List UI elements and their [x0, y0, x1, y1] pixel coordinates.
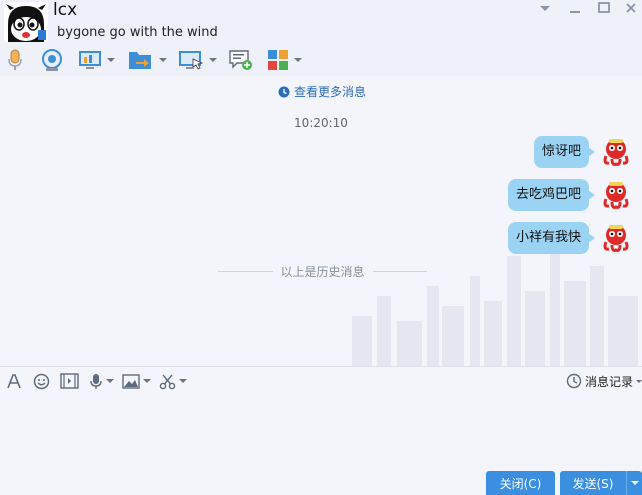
chevron-down-icon — [630, 481, 639, 485]
chat-header: lcx bygone go with the wind — [0, 0, 642, 44]
screenshot-button[interactable] — [159, 372, 187, 390]
minimize-icon[interactable] — [566, 2, 584, 18]
font-button[interactable] — [6, 372, 22, 390]
message-bubble[interactable]: 惊讶吧 — [533, 136, 596, 168]
screen-share-button[interactable] — [78, 47, 115, 73]
chat-toolbar — [0, 44, 642, 76]
message-row: 小祥有我快 — [0, 222, 642, 258]
voice-icon — [90, 373, 102, 389]
message-history-label: 消息记录 — [584, 374, 633, 389]
file-transfer-icon — [129, 52, 151, 69]
clock-icon — [566, 373, 582, 389]
chevron-down-icon[interactable] — [159, 58, 167, 62]
chevron-down-icon[interactable] — [294, 58, 302, 62]
chevron-down-icon[interactable] — [179, 379, 187, 383]
voice-message-button[interactable] — [89, 372, 114, 390]
screen-share-icon — [79, 51, 101, 69]
message-row: 惊讶吧 — [0, 136, 642, 172]
close-button-label: 关闭(C) — [499, 476, 542, 491]
chevron-down-icon[interactable] — [143, 379, 151, 383]
new-chat-icon — [229, 50, 252, 70]
contact-status: bygone go with the wind — [57, 25, 218, 40]
send-button-label: 发送(S) — [572, 476, 614, 491]
scissors-icon — [159, 374, 176, 389]
remote-assist-button[interactable] — [178, 47, 217, 73]
apps-button[interactable] — [267, 47, 302, 73]
send-options-dropdown[interactable] — [626, 471, 642, 495]
input-toolbar: 消息记录 — [0, 366, 642, 394]
chevron-down-icon[interactable] — [209, 58, 217, 62]
view-more-messages-label: 查看更多消息 — [294, 85, 367, 99]
user-avatar[interactable] — [600, 136, 632, 168]
message-bubble[interactable]: 去吃鸡巴吧 — [507, 179, 596, 211]
view-more-messages-link[interactable]: 查看更多消息 — [278, 83, 366, 100]
gif-icon — [60, 373, 79, 389]
message-timestamp: 10:20:10 — [294, 116, 348, 130]
history-divider-label: 以上是历史消息 — [280, 264, 365, 279]
file-transfer-button[interactable] — [128, 47, 167, 73]
microphone-icon — [8, 49, 22, 70]
clock-icon — [278, 86, 290, 97]
image-icon — [122, 373, 140, 389]
webcam-icon — [42, 49, 62, 71]
image-button[interactable] — [122, 372, 151, 390]
chevron-down-icon[interactable] — [636, 379, 642, 383]
video-call-button[interactable] — [40, 47, 64, 73]
divider-line — [218, 270, 273, 272]
chevron-down-icon[interactable] — [106, 379, 114, 383]
user-avatar[interactable] — [600, 222, 632, 254]
message-history-button[interactable]: 消息记录 — [566, 372, 642, 390]
send-button[interactable]: 发送(S) — [560, 471, 642, 495]
contact-avatar[interactable] — [4, 2, 48, 42]
history-divider: 以上是历史消息 — [210, 264, 435, 279]
message-bubble[interactable]: 小祥有我快 — [507, 222, 596, 254]
font-icon — [7, 374, 21, 389]
close-button[interactable]: 关闭(C) — [486, 471, 555, 495]
user-avatar[interactable] — [600, 179, 632, 211]
new-chat-button[interactable] — [229, 47, 253, 73]
gif-button[interactable] — [60, 372, 79, 390]
emoji-button[interactable] — [33, 372, 50, 390]
contact-name: lcx — [53, 0, 78, 20]
voice-call-button[interactable] — [6, 47, 24, 73]
emoji-icon — [33, 373, 50, 389]
menu-dropdown-icon[interactable] — [536, 2, 554, 18]
divider-line — [372, 270, 428, 272]
chat-messages-area[interactable]: 查看更多消息 10:20:10 惊讶吧 去吃鸡巴吧 小祥有我快 以上是历史消息 — [0, 76, 642, 366]
message-row: 去吃鸡巴吧 — [0, 179, 642, 215]
remote-assist-icon — [179, 51, 204, 70]
maximize-icon[interactable] — [595, 2, 613, 18]
close-icon[interactable] — [622, 2, 640, 18]
apps-icon — [268, 50, 288, 70]
chevron-down-icon[interactable] — [107, 58, 115, 62]
